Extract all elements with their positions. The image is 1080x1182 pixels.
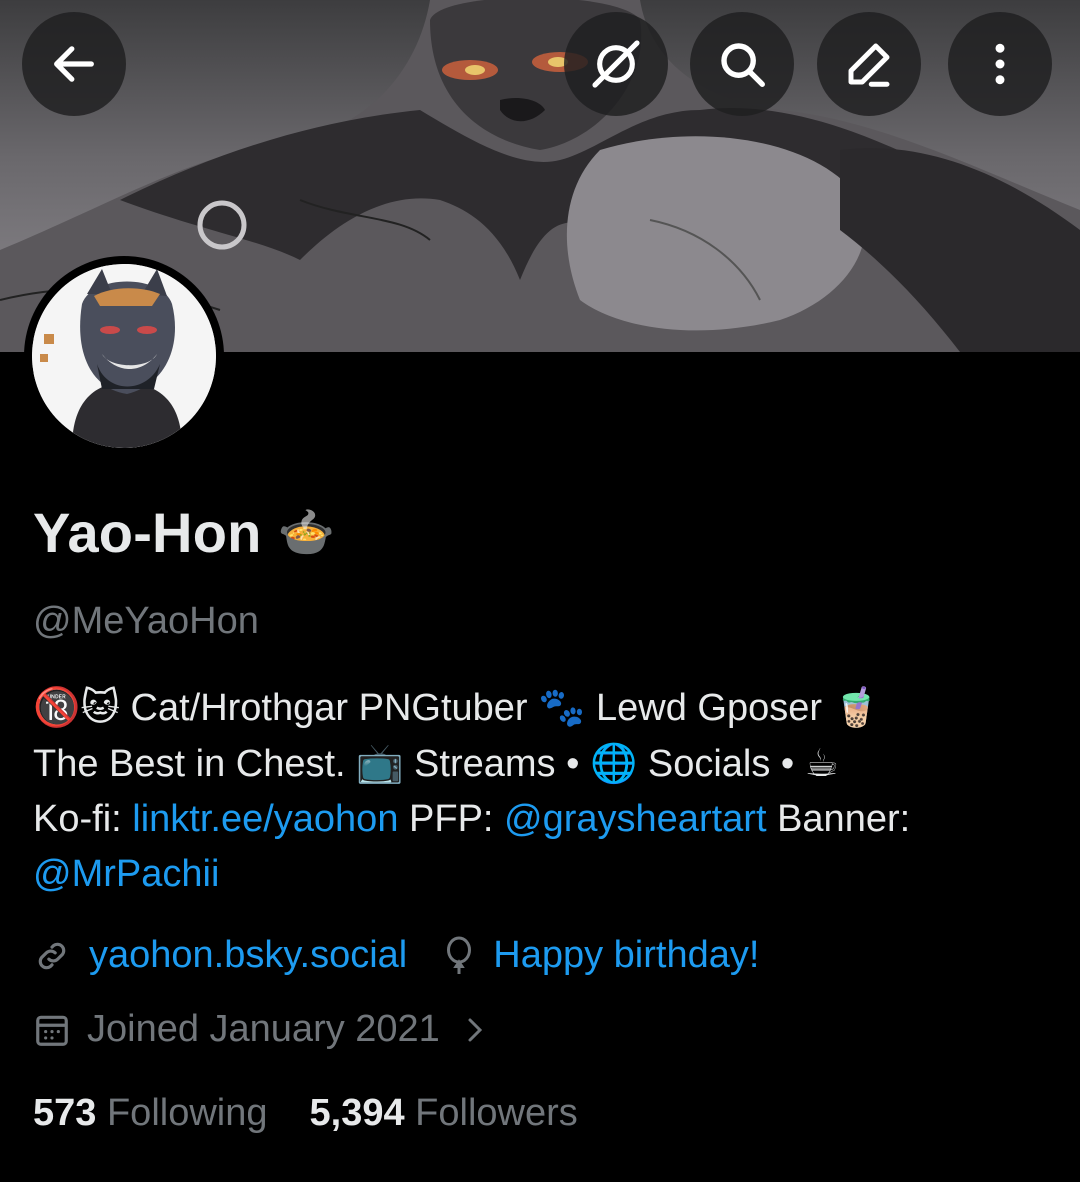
birthday-link[interactable]: Happy birthday!	[493, 934, 759, 977]
back-button[interactable]	[22, 12, 126, 116]
following-label: Following	[106, 1092, 268, 1134]
profile-meta-links: yaohon.bsky.social Happy birthday!	[33, 934, 759, 977]
follow-stats: 573 Following 5,394 Followers	[33, 1092, 578, 1135]
more-options-button[interactable]	[948, 12, 1052, 116]
joined-row[interactable]: Joined January 2021	[33, 1008, 490, 1051]
avatar-image	[32, 264, 216, 448]
arrow-left-icon	[54, 46, 94, 82]
bio-emoji-tv: 📺	[356, 741, 404, 785]
bio-text: Banner:	[777, 798, 911, 840]
bio-mention-mrpachii[interactable]: @MrPachii	[33, 853, 219, 895]
bio-text: The Best in Chest.	[33, 743, 346, 785]
bio-emoji-globe: 🌐	[589, 741, 638, 785]
bio-emoji-bubble-tea: 🧋	[832, 685, 880, 729]
edit-button[interactable]	[817, 12, 921, 116]
pot-of-food-emoji: 🍲	[277, 506, 336, 558]
balloon-icon	[447, 936, 472, 974]
bio-line-3: Ko-fi: linktr.ee/yaohon PFP: @graysheart…	[33, 792, 1043, 847]
bio-emoji-paw: 🐾	[538, 685, 586, 729]
followers-stat[interactable]: 5,394 Followers	[310, 1092, 578, 1135]
search-icon	[721, 43, 765, 87]
followers-label: Followers	[415, 1092, 578, 1134]
chevron-right-icon	[468, 1018, 482, 1041]
profile-avatar[interactable]	[24, 256, 224, 456]
profile-bio: 🔞🐱 Cat/Hrothgar PNGtuber 🐾 Lewd Gposer 🧋…	[33, 680, 1043, 902]
bio-mention-graysheartart[interactable]: @graysheartart	[504, 798, 766, 840]
bio-text: PFP:	[409, 798, 494, 840]
bio-emoji-underage-cat: 🔞🐱	[33, 685, 120, 729]
bio-text: Cat/Hrothgar PNGtuber	[130, 687, 528, 729]
bio-line-2: The Best in Chest. 📺 Streams • 🌐 Socials…	[33, 736, 1043, 792]
joined-date: Joined January 2021	[87, 1008, 440, 1050]
followers-count: 5,394	[309, 1092, 405, 1134]
following-stat[interactable]: 573 Following	[33, 1092, 268, 1135]
bio-text: Ko-fi:	[33, 798, 122, 840]
bio-emoji-coffee: ☕	[804, 741, 839, 785]
pencil-icon	[848, 43, 890, 87]
bio-text: Socials •	[647, 743, 795, 785]
grok-icon	[592, 40, 640, 88]
user-handle: @MeYaoHon	[33, 600, 259, 642]
bio-text: Lewd Gposer	[596, 687, 823, 729]
bio-line-1: 🔞🐱 Cat/Hrothgar PNGtuber 🐾 Lewd Gposer 🧋	[33, 680, 1043, 736]
calendar-icon	[36, 1015, 68, 1046]
website-link[interactable]: yaohon.bsky.social	[89, 934, 407, 977]
search-button[interactable]	[690, 12, 794, 116]
bio-text: Streams •	[414, 743, 580, 785]
display-name: Yao-Hon 🍲	[33, 500, 335, 565]
link-icon	[38, 942, 66, 969]
display-name-text: Yao-Hon	[33, 501, 262, 564]
grok-button[interactable]	[564, 12, 668, 116]
bio-line-4: @MrPachii	[33, 847, 1043, 902]
bio-link-linktree[interactable]: linktr.ee/yaohon	[132, 798, 398, 840]
following-count: 573	[33, 1092, 97, 1134]
more-vertical-icon	[995, 43, 1005, 85]
